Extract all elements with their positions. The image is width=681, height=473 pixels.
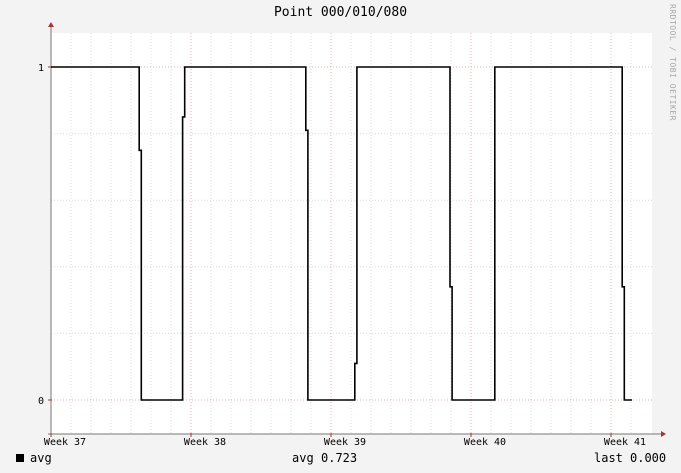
legend-avg-label: avg bbox=[292, 451, 314, 465]
legend: avg avg 0.723 last 0.000 bbox=[0, 451, 681, 469]
chart-plot: 0 1 Week 37 Week 38 Week 39 Week 40 Week 41 bbox=[38, 22, 666, 448]
y-tick-label: 1 bbox=[38, 63, 44, 74]
legend-last-label: last bbox=[594, 451, 623, 465]
x-tick-label: Week 37 bbox=[44, 437, 86, 448]
y-tick-label: 0 bbox=[38, 396, 44, 407]
x-tick-label: Week 41 bbox=[604, 437, 646, 448]
rrdtool-watermark: RRDTOOL / TOBI OETIKER bbox=[668, 4, 677, 121]
legend-swatch-icon bbox=[16, 454, 24, 462]
legend-series-name: avg bbox=[30, 451, 52, 465]
y-axis-arrow-icon bbox=[48, 22, 54, 27]
chart-frame: Point 000/010/080 0 1 Week 37 Week 38 Week 3… bbox=[0, 0, 681, 473]
x-axis-arrow-icon bbox=[661, 431, 666, 437]
x-tick-label: Week 40 bbox=[464, 437, 506, 448]
x-tick-label: Week 39 bbox=[324, 437, 366, 448]
x-tick-label: Week 38 bbox=[184, 437, 226, 448]
legend-last-value: 0.000 bbox=[630, 451, 667, 465]
legend-avg-value: 0.723 bbox=[321, 451, 358, 465]
